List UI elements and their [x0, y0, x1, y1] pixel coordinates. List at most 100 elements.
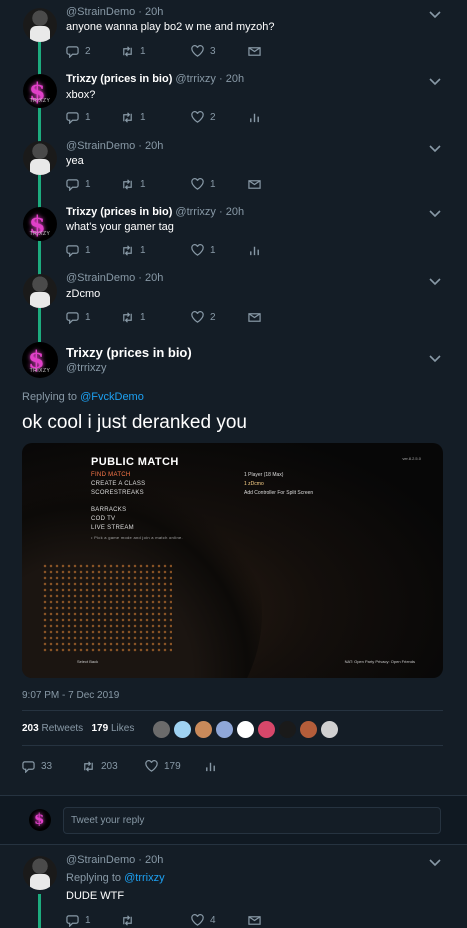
chevron-down-icon[interactable]: [429, 11, 441, 19]
retweet-button[interactable]: 1: [121, 178, 146, 191]
tweet-actions: 1 4: [66, 914, 266, 928]
reply-button[interactable]: 1: [66, 178, 91, 191]
game-title: PUBLIC MATCH: [91, 456, 179, 468]
analytics-icon: [250, 113, 259, 123]
avatar[interactable]: [23, 856, 57, 890]
envelope-icon: [248, 47, 261, 56]
liker-avatar[interactable]: [215, 720, 234, 739]
analytics-icon: [250, 246, 259, 256]
avatar: $: [29, 809, 51, 831]
tweet-actions: 2 1 3: [66, 45, 266, 59]
city-lights: [42, 563, 172, 653]
reply-composer: $ Tweet your reply: [0, 795, 467, 845]
tweet-text: xbox?: [66, 89, 96, 101]
retweet-button[interactable]: [121, 914, 134, 927]
mention-link[interactable]: @trrixzy: [124, 872, 165, 884]
tweet-actions: 1 1 2: [66, 311, 266, 325]
chevron-down-icon[interactable]: [429, 859, 441, 867]
chevron-down-icon[interactable]: [429, 355, 441, 363]
like-button[interactable]: 179: [145, 760, 181, 773]
heart-icon: [191, 914, 204, 926]
divider: [22, 745, 443, 746]
liker-avatar[interactable]: [299, 720, 318, 739]
reply-button[interactable]: 1: [66, 914, 91, 927]
chevron-down-icon[interactable]: [429, 210, 441, 218]
like-button[interactable]: 2: [191, 311, 216, 324]
liker-avatar[interactable]: [257, 720, 276, 739]
liker-avatar[interactable]: [320, 720, 339, 739]
analytics-button[interactable]: [248, 111, 261, 124]
retweet-button[interactable]: 1: [121, 244, 146, 257]
liker-avatar[interactable]: [278, 720, 297, 739]
like-button[interactable]: 1: [191, 244, 216, 257]
heart-icon: [191, 45, 204, 57]
player-header: 1 Player (18 Max): [244, 472, 284, 478]
liker-avatar[interactable]: [173, 720, 192, 739]
main-tweet-text: ok cool i just deranked you: [22, 412, 247, 433]
liker-avatar[interactable]: [194, 720, 213, 739]
heart-icon: [145, 760, 158, 772]
main-author-handle[interactable]: @trrixzy: [66, 362, 107, 374]
analytics-button[interactable]: [248, 244, 261, 257]
tweet-meta: @StrainDemo · 20h: [66, 140, 164, 152]
like-count[interactable]: 179: [92, 723, 109, 734]
avatar[interactable]: $ TRIXZY: [22, 342, 58, 378]
liker-avatar[interactable]: [236, 720, 255, 739]
reply-icon: [22, 761, 35, 773]
tweet-media[interactable]: ver.8.2.5.0 PUBLIC MATCH FIND MATCH CREA…: [22, 443, 443, 678]
analytics-button[interactable]: [204, 760, 217, 773]
chevron-down-icon[interactable]: [429, 278, 441, 286]
avatar[interactable]: $ TRIXZY: [23, 74, 57, 108]
reply-button[interactable]: 1: [66, 244, 91, 257]
tweet-timestamp[interactable]: 9:07 PM - 7 Dec 2019: [22, 690, 119, 701]
like-button[interactable]: 1: [191, 178, 216, 191]
tweet[interactable]: @StrainDemo · 20h Replying to @trrixzy D…: [0, 848, 467, 928]
game-menu-item: COD TV: [91, 516, 116, 522]
reply-button[interactable]: 2: [66, 45, 91, 58]
tweet-text: DUDE WTF: [66, 890, 125, 902]
tweet-stats: 203 Retweets 179 Likes: [22, 723, 135, 734]
heart-icon: [191, 178, 204, 190]
tweet-text: anyone wanna play bo2 w me and myzoh?: [66, 21, 275, 33]
tweet-meta: Trixzy (prices in bio) @trrixzy · 20h: [66, 206, 245, 218]
reply-button[interactable]: 33: [22, 760, 52, 773]
analytics-icon: [206, 762, 215, 772]
like-button[interactable]: 3: [191, 45, 216, 58]
tweet[interactable]: @StrainDemo · 20h yea 1 1 1: [0, 133, 467, 199]
player-row: 1 zDcmo: [244, 481, 264, 487]
like-button[interactable]: 4: [191, 914, 216, 927]
chevron-down-icon[interactable]: [429, 145, 441, 153]
tweet[interactable]: $ TRIXZY Trixzy (prices in bio) @trrixzy …: [0, 199, 467, 265]
reply-button[interactable]: 1: [66, 311, 91, 324]
chevron-down-icon[interactable]: [429, 78, 441, 86]
dm-button[interactable]: [248, 311, 261, 324]
retweet-count[interactable]: 203: [22, 723, 39, 734]
reply-icon: [66, 312, 79, 324]
retweet-button[interactable]: 203: [82, 760, 118, 773]
avatar[interactable]: [23, 8, 57, 42]
avatar[interactable]: $ TRIXZY: [23, 207, 57, 241]
reply-button[interactable]: 1: [66, 111, 91, 124]
avatar[interactable]: [23, 141, 57, 175]
like-button[interactable]: 2: [191, 111, 216, 124]
mention-link[interactable]: @FvckDemo: [80, 391, 144, 403]
tweet-text: what's your gamer tag: [66, 221, 174, 233]
dm-button[interactable]: [248, 178, 261, 191]
retweet-button[interactable]: 1: [121, 311, 146, 324]
avatar[interactable]: [23, 274, 57, 308]
dm-button[interactable]: [248, 45, 261, 58]
tweet-meta: @StrainDemo · 20h: [66, 854, 164, 866]
envelope-icon: [248, 313, 261, 322]
retweet-button[interactable]: 1: [121, 45, 146, 58]
retweet-button[interactable]: 1: [121, 111, 146, 124]
main-author-name[interactable]: Trixzy (prices in bio): [66, 345, 192, 360]
liker-avatar[interactable]: [152, 720, 171, 739]
tweet[interactable]: $ TRIXZY Trixzy (prices in bio) @trrixzy …: [0, 66, 467, 132]
tweet[interactable]: @StrainDemo · 20h zDcmo 1 1 2: [0, 266, 467, 332]
game-controls-left: Select Back: [77, 659, 99, 664]
game-controls-right: NAT: Open Party Privacy: Open Friends: [344, 659, 415, 664]
tweet[interactable]: @StrainDemo · 20h anyone wanna play bo2 …: [0, 0, 467, 64]
reply-input[interactable]: Tweet your reply: [63, 807, 441, 834]
dm-button[interactable]: [248, 914, 261, 927]
tweet-actions: 1 1 1: [66, 244, 266, 258]
